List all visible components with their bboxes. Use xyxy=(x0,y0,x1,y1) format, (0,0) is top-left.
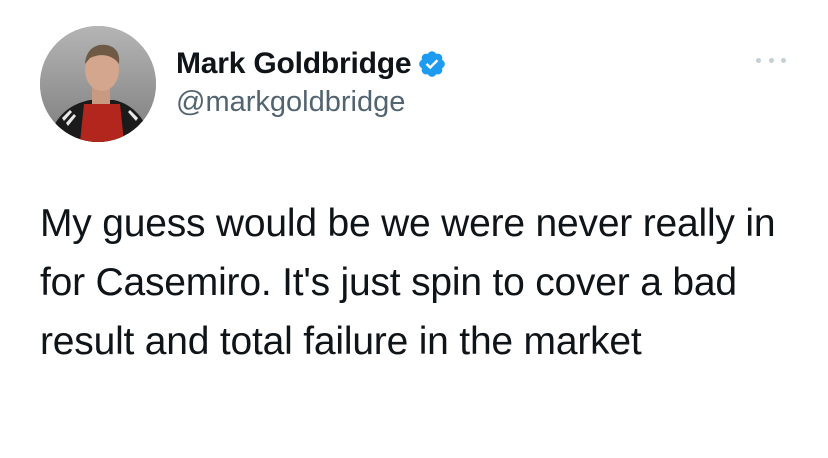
author-name-row: Mark Goldbridge xyxy=(176,44,447,84)
avatar[interactable] xyxy=(40,26,156,142)
more-dot xyxy=(768,57,774,63)
more-dot xyxy=(756,57,761,63)
more-dot xyxy=(781,57,786,63)
author-display-name[interactable]: Mark Goldbridge xyxy=(176,47,412,81)
more-options-icon[interactable] xyxy=(756,50,786,70)
tweet-text: My guess would be we were never really i… xyxy=(40,202,776,363)
verified-badge-icon xyxy=(419,51,446,77)
author-handle[interactable]: @markgoldbridge xyxy=(176,86,405,119)
avatar-photo-icon xyxy=(40,26,156,142)
